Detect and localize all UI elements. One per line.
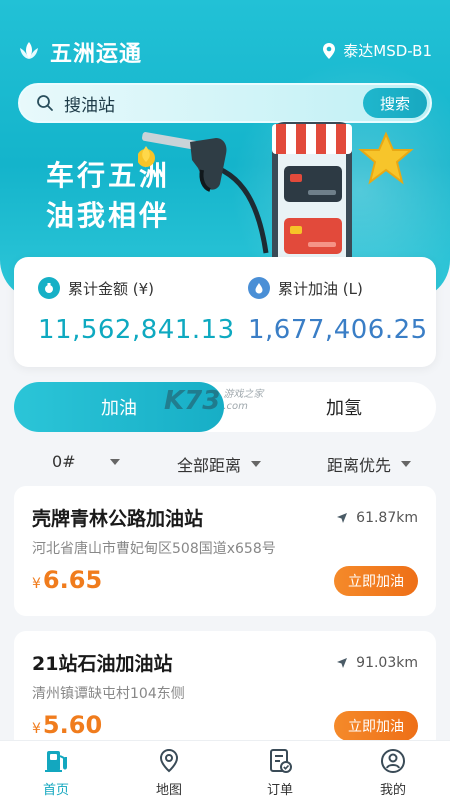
distance-filter[interactable]: 全部距离: [177, 452, 262, 476]
tab-home-label: 首页: [42, 783, 69, 798]
user-profile-icon: [381, 749, 405, 773]
tab-profile[interactable]: 我的: [363, 747, 423, 798]
tab-hydrogen[interactable]: 加氢: [294, 382, 394, 432]
fuel-grade-filter[interactable]: 0#: [52, 452, 120, 471]
sort-filter-value: 距离优先: [327, 456, 392, 475]
station-distance: 91.03km: [336, 655, 418, 671]
fuel-pump-icon: [45, 751, 67, 772]
refuel-now-button[interactable]: 立即加油: [334, 566, 418, 596]
total-fuel-stat: 累计加油 (L) 1,677,406.25: [248, 277, 428, 345]
price-value: 5.60: [42, 711, 103, 739]
station-address: 河北省唐山市曹妃甸区508国道x658号: [32, 541, 276, 557]
brand: 五洲运通: [16, 36, 142, 68]
tab-map[interactable]: 地图: [139, 747, 199, 798]
bottom-tab-bar: 首页 地图 订单 我的: [0, 740, 450, 800]
location-pin-icon: [323, 42, 336, 59]
watermark-line-2: .com: [223, 401, 248, 412]
tab-map-label: 地图: [155, 783, 182, 798]
money-bag-icon: [38, 277, 60, 299]
chevron-down-icon: [251, 461, 262, 467]
currency-symbol: ¥: [32, 721, 41, 737]
watermark: K73 游戏之家 .com: [164, 386, 263, 416]
chevron-down-icon: [109, 458, 120, 465]
station-card[interactable]: 21站石油加油站 91.03km 清州镇谭缺屯村104东侧 ¥ 5.60 立即加…: [14, 631, 436, 751]
total-amount-value: 11,562,841.13: [38, 315, 235, 345]
distance-value: 91.03km: [356, 655, 418, 671]
station-name: 壳牌青林公路加油站: [32, 508, 204, 530]
total-amount-stat: 累计金额 (¥) 11,562,841.13: [38, 277, 235, 345]
distance-filter-value: 全部距离: [177, 456, 242, 475]
fuel-drop-icon: [248, 277, 270, 299]
order-list-icon: [270, 749, 292, 773]
sort-filter[interactable]: 距离优先: [327, 452, 412, 476]
price-value: 6.65: [42, 566, 103, 594]
refuel-now-button[interactable]: 立即加油: [334, 711, 418, 741]
station-name: 21站石油加油站: [32, 653, 173, 675]
tab-orders-label: 订单: [266, 783, 293, 798]
navigation-arrow-icon: [337, 658, 348, 668]
total-fuel-value: 1,677,406.25: [248, 315, 428, 345]
stats-card: 累计金额 (¥) 11,562,841.13 累计加油 (L) 1,677,40…: [14, 257, 436, 367]
shop-phone-illustration: [272, 122, 352, 272]
navigation-arrow-icon: [337, 513, 348, 523]
watermark-line-1: 游戏之家: [223, 389, 264, 400]
fuel-nozzle-illustration: [138, 132, 269, 254]
station-card[interactable]: 壳牌青林公路加油站 61.87km 河北省唐山市曹妃甸区508国道x658号 ¥…: [14, 486, 436, 616]
awning: [272, 124, 352, 154]
station-distance: 61.87km: [336, 510, 418, 526]
fuel-grade-value: 0#: [52, 452, 76, 471]
location-selector[interactable]: 泰达MSD-B1: [321, 40, 432, 61]
tab-orders[interactable]: 订单: [250, 747, 310, 798]
total-fuel-label: 累计加油 (L): [278, 279, 363, 298]
watermark-main: K73: [164, 386, 221, 416]
station-address: 清州镇谭缺屯村104东侧: [32, 686, 185, 702]
star-illustration: [358, 131, 414, 185]
lotus-logo-icon: [20, 42, 38, 59]
station-price: ¥ 6.65: [32, 566, 102, 594]
total-amount-label: 累计金额 (¥): [68, 279, 155, 298]
map-pin-icon: [159, 748, 179, 773]
hero-header: 五洲运通 泰达MSD-B1 搜油站 搜索 车行五洲 油我相伴: [0, 0, 450, 300]
tab-home[interactable]: 首页: [26, 747, 86, 798]
app-name: 五洲运通: [50, 42, 143, 67]
station-price: ¥ 5.60: [32, 711, 102, 739]
search-button[interactable]: 搜索: [363, 88, 427, 118]
location-text: 泰达MSD-B1: [343, 42, 432, 60]
search-bar[interactable]: 搜油站 搜索: [18, 83, 432, 123]
tab-profile-label: 我的: [379, 783, 406, 798]
chevron-down-icon: [401, 461, 412, 467]
currency-symbol: ¥: [32, 576, 41, 592]
search-icon: [37, 95, 53, 111]
distance-value: 61.87km: [356, 510, 418, 526]
filter-bar: 0# 全部距离 距离优先: [0, 448, 450, 478]
